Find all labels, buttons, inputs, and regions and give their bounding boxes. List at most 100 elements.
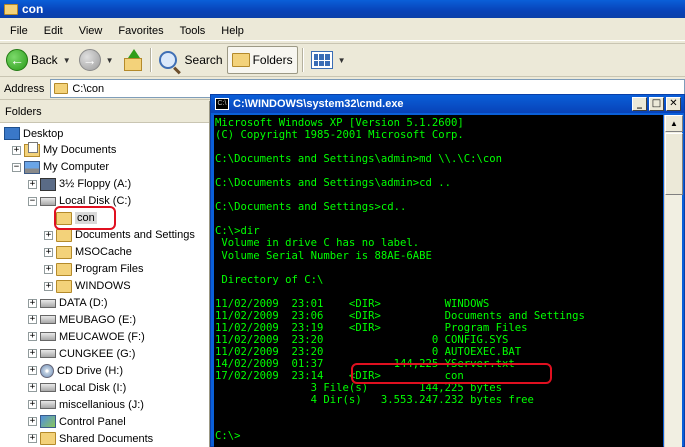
folder-icon [56, 228, 72, 242]
tree-item[interactable]: + Local Disk (I:) [28, 379, 126, 396]
back-button[interactable]: ← Back ▼ [2, 46, 75, 74]
folder-icon [56, 262, 72, 276]
tree-item[interactable]: + Shared Documents [28, 430, 153, 447]
tree-item[interactable]: + MEUCAWOE (F:) [28, 328, 145, 345]
tree-item-label: Control Panel [59, 415, 126, 428]
close-button[interactable]: ✕ [666, 97, 681, 111]
expand-icon[interactable]: + [28, 315, 37, 325]
tree-item-label: My Computer [43, 161, 110, 174]
cmd-window: C:\ C:\WINDOWS\system32\cmd.exe _ □ ✕ Mi… [210, 94, 685, 447]
menu-help[interactable]: Help [213, 25, 252, 37]
console-line: 11/02/2009 23:20 0 CONFIG.SYS [215, 333, 509, 346]
minimize-button[interactable]: _ [632, 97, 647, 111]
drive-icon [40, 332, 56, 342]
views-icon [310, 51, 333, 69]
tree-item[interactable]: + WINDOWS [44, 278, 131, 295]
floppy-icon [40, 177, 56, 191]
folder-icon [56, 279, 72, 293]
control-panel-icon [40, 415, 56, 429]
menu-bar: File Edit View Favorites Tools Help [0, 21, 685, 41]
tree-item-label: miscellanious (J:) [59, 398, 144, 411]
menu-edit[interactable]: Edit [36, 25, 71, 37]
tree-item-label: My Documents [43, 144, 117, 157]
tree-item[interactable]: − My Computer [12, 159, 109, 176]
expand-icon[interactable]: + [28, 298, 37, 308]
scroll-up-icon[interactable]: ▲ [665, 115, 683, 132]
console-line: 11/02/2009 23:19 <DIR> Program Files [215, 321, 528, 334]
maximize-button[interactable]: □ [649, 97, 664, 111]
menu-view[interactable]: View [71, 25, 111, 37]
expand-icon[interactable]: + [44, 264, 53, 274]
folders-pane-header: Folders [0, 101, 209, 123]
console-line: (C) Copyright 1985-2001 Microsoft Corp. [215, 129, 464, 142]
my-documents-icon [24, 141, 40, 157]
toolbar-divider [149, 48, 151, 72]
address-label: Address [4, 82, 45, 95]
console-line: Volume Serial Number is 88AE-6ABE [215, 249, 432, 262]
folders-button[interactable]: Folders [226, 46, 298, 74]
folder-up-icon [122, 49, 142, 71]
views-button[interactable]: ▼ [307, 46, 350, 74]
cmd-title-bar[interactable]: C:\ C:\WINDOWS\system32\cmd.exe _ □ ✕ [211, 95, 684, 113]
tree-item[interactable]: + miscellanious (J:) [28, 396, 144, 413]
tree-item-label: MEUBAGO (E:) [59, 313, 137, 326]
tree-item[interactable]: + My Documents [12, 141, 117, 159]
folder-icon [56, 245, 72, 259]
console-line: 4 Dir(s) 3.553.247.232 bytes free [215, 394, 534, 407]
back-label: Back [31, 53, 58, 67]
expand-icon[interactable]: + [28, 366, 37, 376]
scrollbar-thumb[interactable] [665, 133, 683, 195]
tree-item[interactable]: + DATA (D:) [28, 295, 107, 312]
toolbar: ← Back ▼ → ▼ Search Folders ▼ [0, 43, 685, 77]
tree-item[interactable]: + CD Drive (H:) [28, 362, 123, 379]
collapse-icon[interactable]: − [28, 196, 37, 206]
expand-icon[interactable]: + [44, 281, 53, 291]
console-scrollbar[interactable]: ▲ [664, 115, 683, 447]
console-line: Volume in drive C has no label. [215, 237, 420, 250]
console-output[interactable]: Microsoft Windows XP [Version 5.1.2600](… [214, 115, 663, 447]
explorer-title-bar[interactable]: con [0, 0, 685, 18]
forward-button[interactable]: → ▼ [75, 46, 118, 74]
drive-icon [40, 383, 56, 393]
collapse-icon[interactable]: − [12, 162, 21, 172]
console-line: Microsoft Windows XP [Version 5.1.2600] [215, 117, 464, 129]
desktop-icon [4, 127, 20, 140]
tree-item[interactable]: + Control Panel [28, 413, 126, 430]
tree-item-label: WINDOWS [75, 280, 131, 293]
up-button[interactable] [118, 46, 146, 74]
menu-favorites[interactable]: Favorites [110, 25, 171, 37]
chevron-down-icon[interactable]: ▼ [63, 56, 71, 65]
tree-item[interactable]: +3½ Floppy (A:) [28, 176, 131, 193]
search-label: Search [184, 53, 223, 67]
drive-icon [40, 298, 56, 308]
tree-item[interactable]: + CUNGKEE (G:) [28, 345, 135, 362]
chevron-down-icon[interactable]: ▼ [106, 56, 114, 65]
expand-icon[interactable]: + [44, 230, 53, 240]
expand-icon[interactable]: + [12, 145, 21, 155]
tree-item[interactable]: + MEUBAGO (E:) [28, 311, 136, 328]
tree-item-label: Desktop [23, 127, 64, 140]
expand-icon[interactable]: + [44, 247, 53, 257]
tree-item-label: CD Drive (H:) [57, 364, 123, 377]
folder-icon [40, 432, 56, 446]
chevron-down-icon[interactable]: ▼ [338, 56, 346, 65]
menu-file[interactable]: File [2, 25, 36, 37]
expand-icon[interactable]: + [28, 434, 37, 444]
menu-tools[interactable]: Tools [172, 25, 214, 37]
tree-item-label: Program Files [75, 263, 144, 276]
expand-icon[interactable]: + [28, 179, 37, 189]
expand-icon[interactable]: + [28, 349, 37, 359]
expand-icon[interactable]: + [28, 400, 37, 410]
tree-item[interactable]: Desktop [4, 125, 63, 142]
console-line: 11/02/2009 23:06 <DIR> Documents and Set… [215, 309, 585, 322]
expand-icon[interactable]: + [28, 417, 37, 427]
tree-item[interactable]: + Program Files [44, 261, 143, 278]
expand-icon[interactable]: + [28, 332, 37, 342]
expand-icon[interactable]: + [28, 383, 37, 393]
tree-item[interactable]: + MSOCache [44, 244, 132, 261]
search-button[interactable]: Search [155, 46, 227, 74]
